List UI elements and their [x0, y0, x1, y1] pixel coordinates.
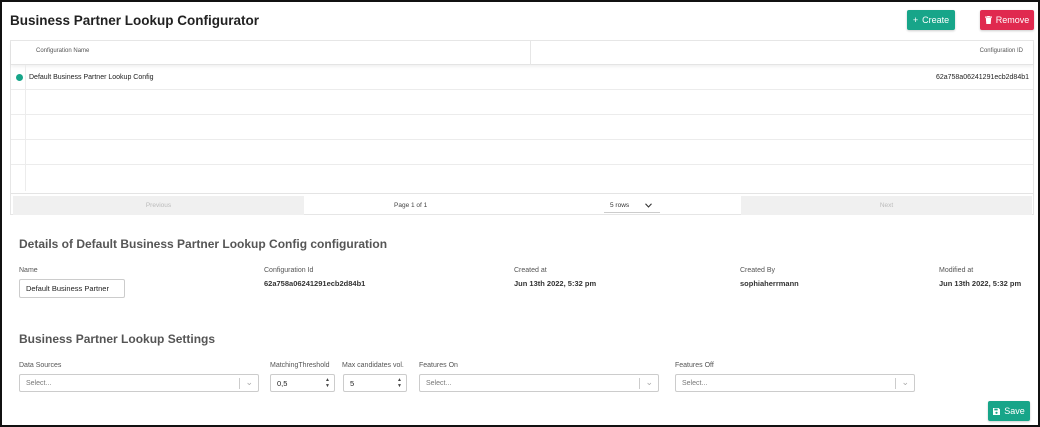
save-button[interactable]: Save	[988, 401, 1030, 421]
data-sources-label: Data Sources	[19, 362, 62, 369]
next-page-button[interactable]: Next	[741, 196, 1032, 215]
page-info: Page 1 of 1	[394, 202, 428, 209]
table-row[interactable]: Default Business Partner Lookup Config 6…	[11, 65, 1033, 90]
floppy-disk-icon	[993, 407, 1001, 415]
details-title: Details of Default Business Partner Look…	[19, 237, 388, 251]
modified-at-value: Jun 13th 2022, 5:32 pm	[939, 279, 1022, 288]
select-separator	[895, 378, 896, 389]
create-button[interactable]: + Create	[907, 10, 955, 30]
chevron-down-icon[interactable]: ⌄	[645, 377, 653, 388]
max-candidates-value: 5	[350, 378, 355, 388]
table-row-empty	[11, 140, 1033, 165]
max-candidates-input[interactable]: 5 ▲ ▼	[343, 374, 407, 392]
column-header-id[interactable]: Configuration ID	[980, 48, 1023, 54]
create-button-label: Create	[922, 15, 950, 25]
trash-icon	[984, 16, 992, 24]
matching-threshold-label: MatchingThreshold	[270, 362, 330, 369]
matching-threshold-input[interactable]: 0,5 ▲ ▼	[270, 374, 335, 392]
remove-button-label: Remove	[995, 15, 1030, 25]
chevron-down-icon	[645, 202, 653, 208]
settings-title: Business Partner Lookup Settings	[19, 332, 216, 346]
max-candidates-label: Max candidates vol.	[342, 362, 404, 369]
created-at-value: Jun 13th 2022, 5:32 pm	[514, 279, 597, 288]
spinner-icon[interactable]: ▲ ▼	[325, 377, 330, 389]
configuration-id-value: 62a758a06241291ecb2d84b1	[264, 279, 366, 288]
spinner-icon[interactable]: ▲ ▼	[397, 377, 402, 389]
data-sources-placeholder: Select...	[26, 379, 52, 387]
page-title: Business Partner Lookup Configurator	[10, 13, 260, 28]
features-off-select[interactable]: Select... ⌄	[675, 374, 915, 392]
data-sources-select[interactable]: Select... ⌄	[19, 374, 259, 392]
features-off-label: Features Off	[675, 362, 714, 369]
configuration-id-label: Configuration Id	[264, 267, 314, 274]
features-on-label: Features On	[419, 362, 458, 369]
row-config-name: Default Business Partner Lookup Config	[29, 74, 154, 81]
table-header: Configuration Name Configuration ID	[11, 41, 1033, 65]
app-window: Business Partner Lookup Configurator + C…	[0, 0, 1040, 427]
remove-button[interactable]: Remove	[980, 10, 1034, 30]
matching-threshold-value: 0,5	[277, 378, 288, 388]
row-config-id: 62a758a06241291ecb2d84b1	[935, 74, 1029, 81]
name-label: Name	[19, 267, 38, 274]
pagination: Previous Page 1 of 1 5 rows Next	[11, 193, 1033, 215]
save-button-label: Save	[1004, 406, 1025, 416]
rows-per-page-value: 5 rows	[610, 201, 630, 209]
name-input[interactable]: Default Business Partner	[19, 279, 125, 298]
created-by-value: sophiaherrmann	[740, 279, 799, 288]
table-row-empty	[11, 115, 1033, 140]
chevron-down-icon[interactable]: ⌄	[901, 377, 909, 388]
column-header-name[interactable]: Configuration Name	[36, 48, 89, 54]
table-row-empty	[11, 90, 1033, 115]
features-on-placeholder: Select...	[426, 379, 452, 387]
table-row-empty	[11, 165, 1033, 190]
modified-at-label: Modified at	[939, 267, 974, 274]
chevron-down-icon[interactable]: ⌄	[245, 377, 253, 388]
select-separator	[239, 378, 240, 389]
features-on-select[interactable]: Select... ⌄	[419, 374, 659, 392]
plus-icon: +	[912, 15, 919, 25]
selected-radio-icon[interactable]	[16, 74, 23, 81]
configurations-table: Configuration Name Configuration ID Defa…	[10, 40, 1034, 215]
features-off-placeholder: Select...	[682, 379, 708, 387]
created-by-label: Created By	[740, 267, 776, 274]
rows-per-page-select[interactable]: 5 rows	[604, 198, 660, 213]
column-divider	[530, 41, 531, 65]
previous-page-button[interactable]: Previous	[13, 196, 304, 215]
created-at-label: Created at	[514, 267, 547, 274]
select-separator	[639, 378, 640, 389]
